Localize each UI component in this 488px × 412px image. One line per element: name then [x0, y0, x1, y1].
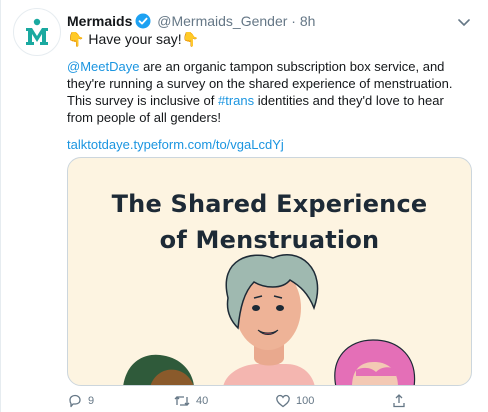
like-button[interactable]: 100: [275, 393, 314, 409]
reply-button[interactable]: 9: [67, 393, 94, 409]
link-card-image[interactable]: The Shared Experience of Menstruation: [67, 157, 472, 386]
more-options-chevron-down-icon[interactable]: [458, 14, 470, 32]
tweet-text: @MeetDaye are an organic tampon subscrip…: [67, 58, 467, 126]
tweet-actions: 9 40 100: [61, 393, 461, 411]
tweet-url-link[interactable]: talktotdaye.typeform.com/to/vgaLcdYj: [67, 136, 284, 153]
tweet: Mermaids @Mermaids_Gender · 8h 👇 Have yo…: [0, 0, 488, 412]
mermaids-logo-icon: [26, 18, 48, 45]
retweet-button[interactable]: 40: [173, 393, 208, 409]
reply-icon: [67, 393, 83, 409]
share-icon: [391, 393, 407, 409]
avatar[interactable]: [13, 8, 61, 56]
author-name[interactable]: Mermaids: [67, 13, 132, 29]
mention-link[interactable]: @MeetDaye: [67, 59, 139, 74]
heart-icon: [275, 393, 291, 409]
author-handle[interactable]: @Mermaids_Gender: [157, 13, 287, 29]
retweet-icon: [173, 393, 191, 409]
tweet-headline: Have your say!: [88, 31, 182, 47]
reply-count: 9: [88, 395, 95, 407]
illustration-people: [123, 253, 416, 385]
separator-dot: ·: [291, 13, 296, 29]
hashtag-link[interactable]: #trans: [218, 93, 254, 108]
tweet-time[interactable]: 8h: [300, 13, 316, 29]
pointing-down-emoji-icon: 👇: [181, 31, 200, 47]
retweet-count: 40: [196, 395, 209, 407]
share-button[interactable]: [391, 393, 407, 409]
pointing-down-emoji-icon: 👇: [67, 31, 85, 47]
tweet-first-line: 👇 Have your say!👇: [67, 30, 199, 48]
like-count: 100: [296, 395, 315, 407]
